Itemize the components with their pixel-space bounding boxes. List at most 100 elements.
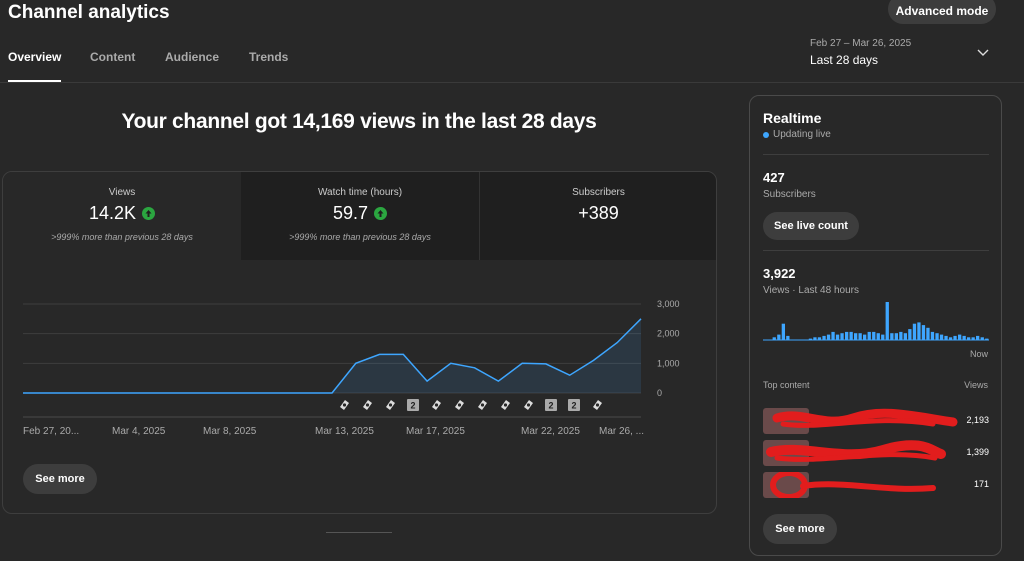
scroll-indicator: [326, 532, 392, 533]
realtime-bar[interactable]: [835, 334, 840, 340]
realtime-bar[interactable]: [976, 335, 980, 340]
realtime-bar[interactable]: [926, 327, 930, 340]
realtime-bar[interactable]: [967, 337, 971, 340]
stat-subscribers[interactable]: Subscribers +389: [479, 172, 716, 260]
redaction-scribble: [766, 440, 946, 462]
stat-value: 14.2K: [88, 203, 137, 223]
video-views: 171: [973, 479, 989, 489]
realtime-bar[interactable]: [985, 338, 989, 340]
realtime-bar[interactable]: [777, 334, 781, 340]
shorts-icon-dot: [503, 403, 508, 407]
realtime-bar[interactable]: [948, 337, 953, 340]
video-views: 2,193: [966, 415, 989, 425]
date-range-picker[interactable]: Feb 27 – Mar 26, 2025 Last 28 days: [810, 38, 911, 67]
realtime-bar[interactable]: [867, 331, 871, 340]
top-content-item[interactable]: 171: [763, 472, 989, 498]
shorts-icon-dot: [365, 403, 370, 407]
realtime-bar[interactable]: [786, 335, 790, 340]
realtime-bar[interactable]: [921, 325, 926, 340]
realtime-bar[interactable]: [953, 335, 957, 340]
realtime-bar[interactable]: [912, 323, 917, 340]
shorts-icon-dot: [480, 403, 485, 407]
realtime-bar[interactable]: [894, 333, 898, 340]
shorts-icon-dot: [434, 403, 439, 407]
x-tick-label: Feb 27, 20...: [23, 426, 79, 437]
advanced-mode-button[interactable]: Advanced mode: [888, 0, 996, 24]
see-live-count-button[interactable]: See live count: [763, 212, 859, 240]
realtime-bar[interactable]: [971, 337, 975, 340]
header-divider: [0, 82, 1024, 83]
realtime-views-chart[interactable]: [763, 300, 989, 342]
y-tick-label: 3,000: [657, 299, 680, 309]
realtime-bar[interactable]: [854, 333, 858, 340]
realtime-bar[interactable]: [826, 334, 831, 340]
realtime-bar[interactable]: [876, 333, 880, 340]
realtime-bar[interactable]: [935, 333, 939, 340]
stat-watch-time[interactable]: Watch time (hours) 59.7 >999% more than …: [241, 172, 479, 260]
realtime-bar[interactable]: [772, 337, 776, 340]
chevron-down-icon[interactable]: [976, 46, 990, 60]
realtime-bar[interactable]: [962, 335, 966, 340]
live-dot-icon: [763, 131, 769, 138]
realtime-bar[interactable]: [858, 333, 862, 340]
x-tick-label: Mar 8, 2025: [203, 426, 257, 437]
x-tick-label: Mar 17, 2025: [406, 426, 465, 437]
realtime-subscribers-value: 427: [763, 170, 785, 185]
realtime-bar[interactable]: [980, 337, 984, 340]
realtime-bar[interactable]: [831, 331, 835, 340]
shorts-icon-dot: [388, 403, 393, 407]
realtime-bar[interactable]: [781, 323, 785, 340]
date-range-label: Last 28 days: [810, 53, 879, 67]
x-tick-label: Mar 26, ...: [599, 426, 644, 437]
realtime-bar[interactable]: [930, 331, 935, 340]
see-more-button[interactable]: See more: [23, 464, 97, 494]
realtime-bar[interactable]: [849, 331, 853, 340]
realtime-title: Realtime: [763, 110, 822, 126]
realtime-bar[interactable]: [863, 334, 867, 340]
realtime-bar[interactable]: [903, 333, 907, 340]
realtime-bar[interactable]: [917, 322, 921, 340]
date-range-dates: Feb 27 – Mar 26, 2025: [810, 38, 912, 49]
y-tick-label: 2,000: [657, 329, 680, 339]
realtime-bar[interactable]: [899, 331, 903, 340]
tab-content[interactable]: Content: [90, 50, 135, 82]
realtime-bar[interactable]: [939, 334, 944, 340]
realtime-see-more-button[interactable]: See more: [763, 514, 837, 544]
realtime-bar[interactable]: [817, 337, 822, 340]
top-content-item[interactable]: 2,193: [763, 408, 989, 434]
views-headline: Your channel got 14,169 views in the las…: [121, 110, 597, 133]
stat-label: Watch time (hours): [317, 187, 403, 198]
views-chart[interactable]: 3,000 2,000 1,000 0 2 2 2 Feb 27, 20... Mar 4, 2…: [3, 272, 717, 447]
divider: [763, 250, 989, 251]
realtime-bar[interactable]: [872, 331, 876, 340]
realtime-card: Realtime Updating live 427 Subscribers S…: [749, 95, 1002, 556]
shorts-icon-dot: [595, 403, 600, 407]
realtime-bar[interactable]: [885, 302, 889, 340]
realtime-views-value: 3,922: [763, 266, 796, 281]
y-tick-label: 0: [657, 388, 662, 398]
tab-audience[interactable]: Audience: [165, 50, 219, 82]
x-tick-label: Mar 4, 2025: [112, 426, 166, 437]
stat-value: +389: [578, 203, 619, 223]
shorts-icon-dot: [342, 403, 347, 407]
realtime-bar[interactable]: [822, 335, 826, 340]
arrow-up-icon: [142, 207, 156, 220]
realtime-bar[interactable]: [890, 333, 894, 340]
stat-views[interactable]: Views 14.2K >999% more than previous 28 …: [3, 172, 241, 260]
shorts-icon-dot: [457, 403, 462, 407]
upload-count-label: 2: [410, 401, 415, 411]
realtime-bar[interactable]: [840, 333, 844, 340]
tab-overview[interactable]: Overview: [8, 50, 62, 82]
top-content-item[interactable]: 1,399: [763, 440, 989, 466]
realtime-bar[interactable]: [813, 337, 817, 340]
realtime-bar[interactable]: [908, 329, 912, 340]
shorts-icon-dot: [526, 403, 531, 407]
realtime-bar[interactable]: [944, 335, 948, 340]
divider: [763, 154, 989, 155]
realtime-bar[interactable]: [808, 338, 813, 340]
realtime-bar[interactable]: [845, 331, 849, 340]
realtime-bar[interactable]: [881, 334, 885, 340]
tab-trends[interactable]: Trends: [249, 50, 288, 82]
realtime-bar[interactable]: [958, 334, 962, 340]
realtime-views-label: Views · Last 48 hours: [763, 285, 859, 296]
